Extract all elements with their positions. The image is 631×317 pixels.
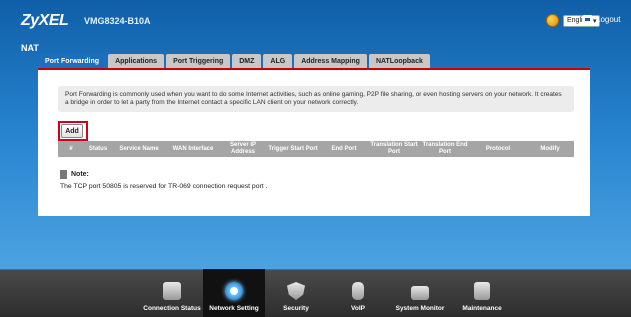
nav-label: System Monitor — [395, 305, 445, 312]
nav-label: Maintenance — [462, 305, 502, 312]
nav-security[interactable]: Security — [265, 269, 327, 317]
tools-icon — [474, 282, 490, 300]
tab-address-mapping[interactable]: Address Mapping — [294, 54, 367, 68]
add-button[interactable]: Add — [61, 124, 83, 138]
nav-label: Connection Status — [143, 305, 201, 312]
tab-port-forwarding[interactable]: Port Forwarding — [38, 54, 107, 68]
column-header-number: # — [69, 145, 73, 152]
nav-connection-status[interactable]: Connection Status — [141, 269, 203, 317]
nav-system-monitor[interactable]: System Monitor — [389, 269, 451, 317]
gear-icon — [225, 282, 243, 300]
column-header-trigger-start-port: Trigger Start Port — [268, 145, 318, 152]
column-header-translation-start-port: Translation Start Port — [370, 142, 418, 155]
column-header-server-ip: Server IP Address — [229, 142, 257, 155]
nav-label: Network Setting — [209, 305, 259, 312]
header: ZyXEL VMG8324-B10A English ▾ Logout — [0, 0, 631, 42]
column-header-wan-interface: WAN Interface — [172, 145, 214, 152]
note-heading: Note: — [60, 170, 89, 179]
column-header-modify: Modify — [540, 145, 560, 152]
note-title: Note: — [71, 171, 89, 178]
monitor-icon — [411, 286, 429, 300]
tab-dmz[interactable]: DMZ — [232, 54, 262, 68]
phone-icon — [352, 282, 364, 300]
tab-nat-loopback[interactable]: NATLoopback — [368, 54, 430, 68]
nav-label: VoIP — [351, 305, 365, 312]
page-title: NAT — [21, 43, 39, 53]
tab-alg[interactable]: ALG — [263, 54, 293, 68]
description-box: Port Forwarding is commonly used when yo… — [58, 86, 574, 112]
column-header-translation-end-port: Translation End Port — [422, 142, 468, 155]
column-header-end-port: End Port — [331, 145, 357, 152]
tab-bar: Port Forwarding Applications Port Trigge… — [38, 54, 430, 68]
tab-port-triggering[interactable]: Port Triggering — [166, 54, 231, 68]
logout-icon — [583, 15, 592, 24]
column-header-service-name: Service Name — [119, 145, 159, 152]
model-name: VMG8324-B10A — [84, 16, 151, 26]
note-icon — [60, 170, 67, 179]
tab-applications[interactable]: Applications — [108, 54, 165, 68]
nav-maintenance[interactable]: Maintenance — [451, 269, 513, 317]
connection-status-icon — [163, 282, 181, 300]
logout-button[interactable]: Logout — [583, 15, 620, 24]
globe-icon — [546, 14, 559, 27]
zyxel-logo: ZyXEL — [21, 12, 69, 29]
note-text: The TCP port 50805 is reserved for TR-06… — [60, 183, 268, 190]
logout-label: Logout — [596, 15, 621, 24]
column-header-protocol: Protocol — [485, 145, 511, 152]
bottom-nav: Connection Status Network Setting Securi… — [141, 269, 513, 317]
content-panel: Port Forwarding is commonly used when yo… — [38, 70, 590, 216]
table-header: # Status Service Name WAN Interface Serv… — [58, 141, 574, 157]
nav-label: Security — [283, 305, 309, 312]
nav-voip[interactable]: VoIP — [327, 269, 389, 317]
nav-network-setting[interactable]: Network Setting — [203, 269, 265, 317]
column-header-status: Status — [88, 145, 108, 152]
shield-icon — [287, 282, 305, 300]
